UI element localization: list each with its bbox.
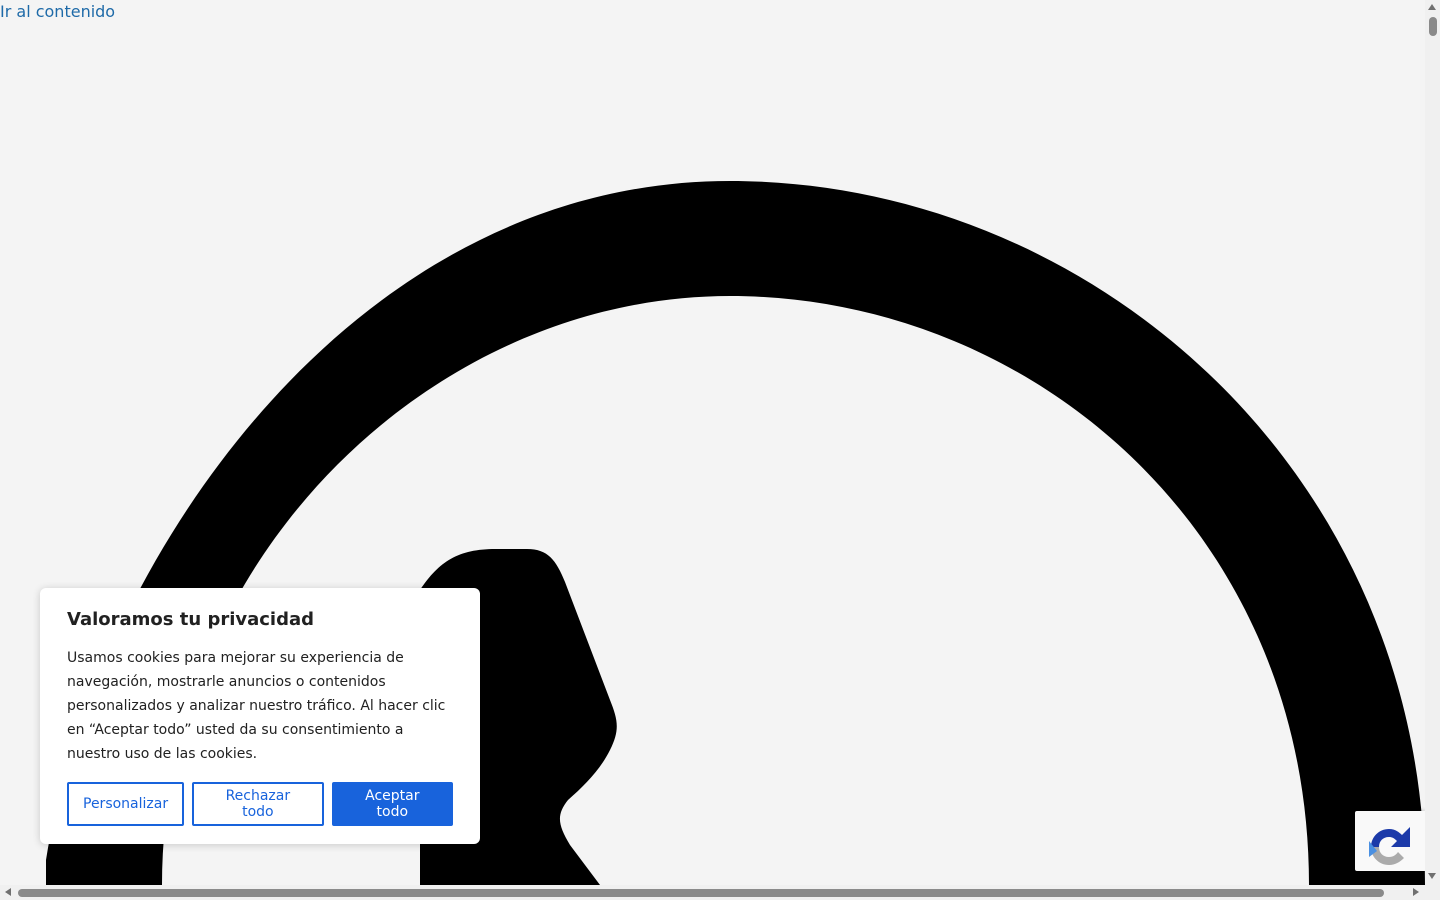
recaptcha-badge[interactable] — [1355, 811, 1425, 871]
skip-to-content-link[interactable]: Ir al contenido — [0, 2, 115, 22]
scroll-left-arrow-icon[interactable] — [5, 888, 11, 896]
horizontal-scrollbar[interactable] — [0, 885, 1425, 900]
reject-all-button[interactable]: Rechazar todo — [192, 782, 324, 826]
cookie-banner-text: Usamos cookies para mejorar su experienc… — [67, 650, 446, 762]
recaptcha-icon — [1369, 827, 1410, 865]
cookie-banner-title: Valoramos tu privacidad — [67, 609, 315, 630]
scroll-down-arrow-icon[interactable] — [1428, 873, 1436, 879]
horizontal-scrollbar-thumb[interactable] — [18, 889, 1384, 897]
scroll-up-arrow-icon[interactable] — [1428, 4, 1436, 10]
vertical-scrollbar[interactable] — [1425, 0, 1440, 885]
customize-button[interactable]: Personalizar — [67, 782, 185, 826]
scrollbar-corner — [1425, 885, 1440, 900]
scroll-right-arrow-icon[interactable] — [1413, 888, 1419, 896]
vertical-scrollbar-thumb[interactable] — [1429, 17, 1437, 36]
cookie-consent-banner: Valoramos tu privacidad Usamos cookies p… — [40, 588, 480, 844]
page-viewport: Ir al contenido Valoramos tu privacidad … — [0, 0, 1425, 885]
accept-all-button[interactable]: Aceptar todo — [331, 782, 453, 826]
cookie-banner-buttons: Personalizar Rechazar todo Aceptar todo — [67, 782, 453, 826]
